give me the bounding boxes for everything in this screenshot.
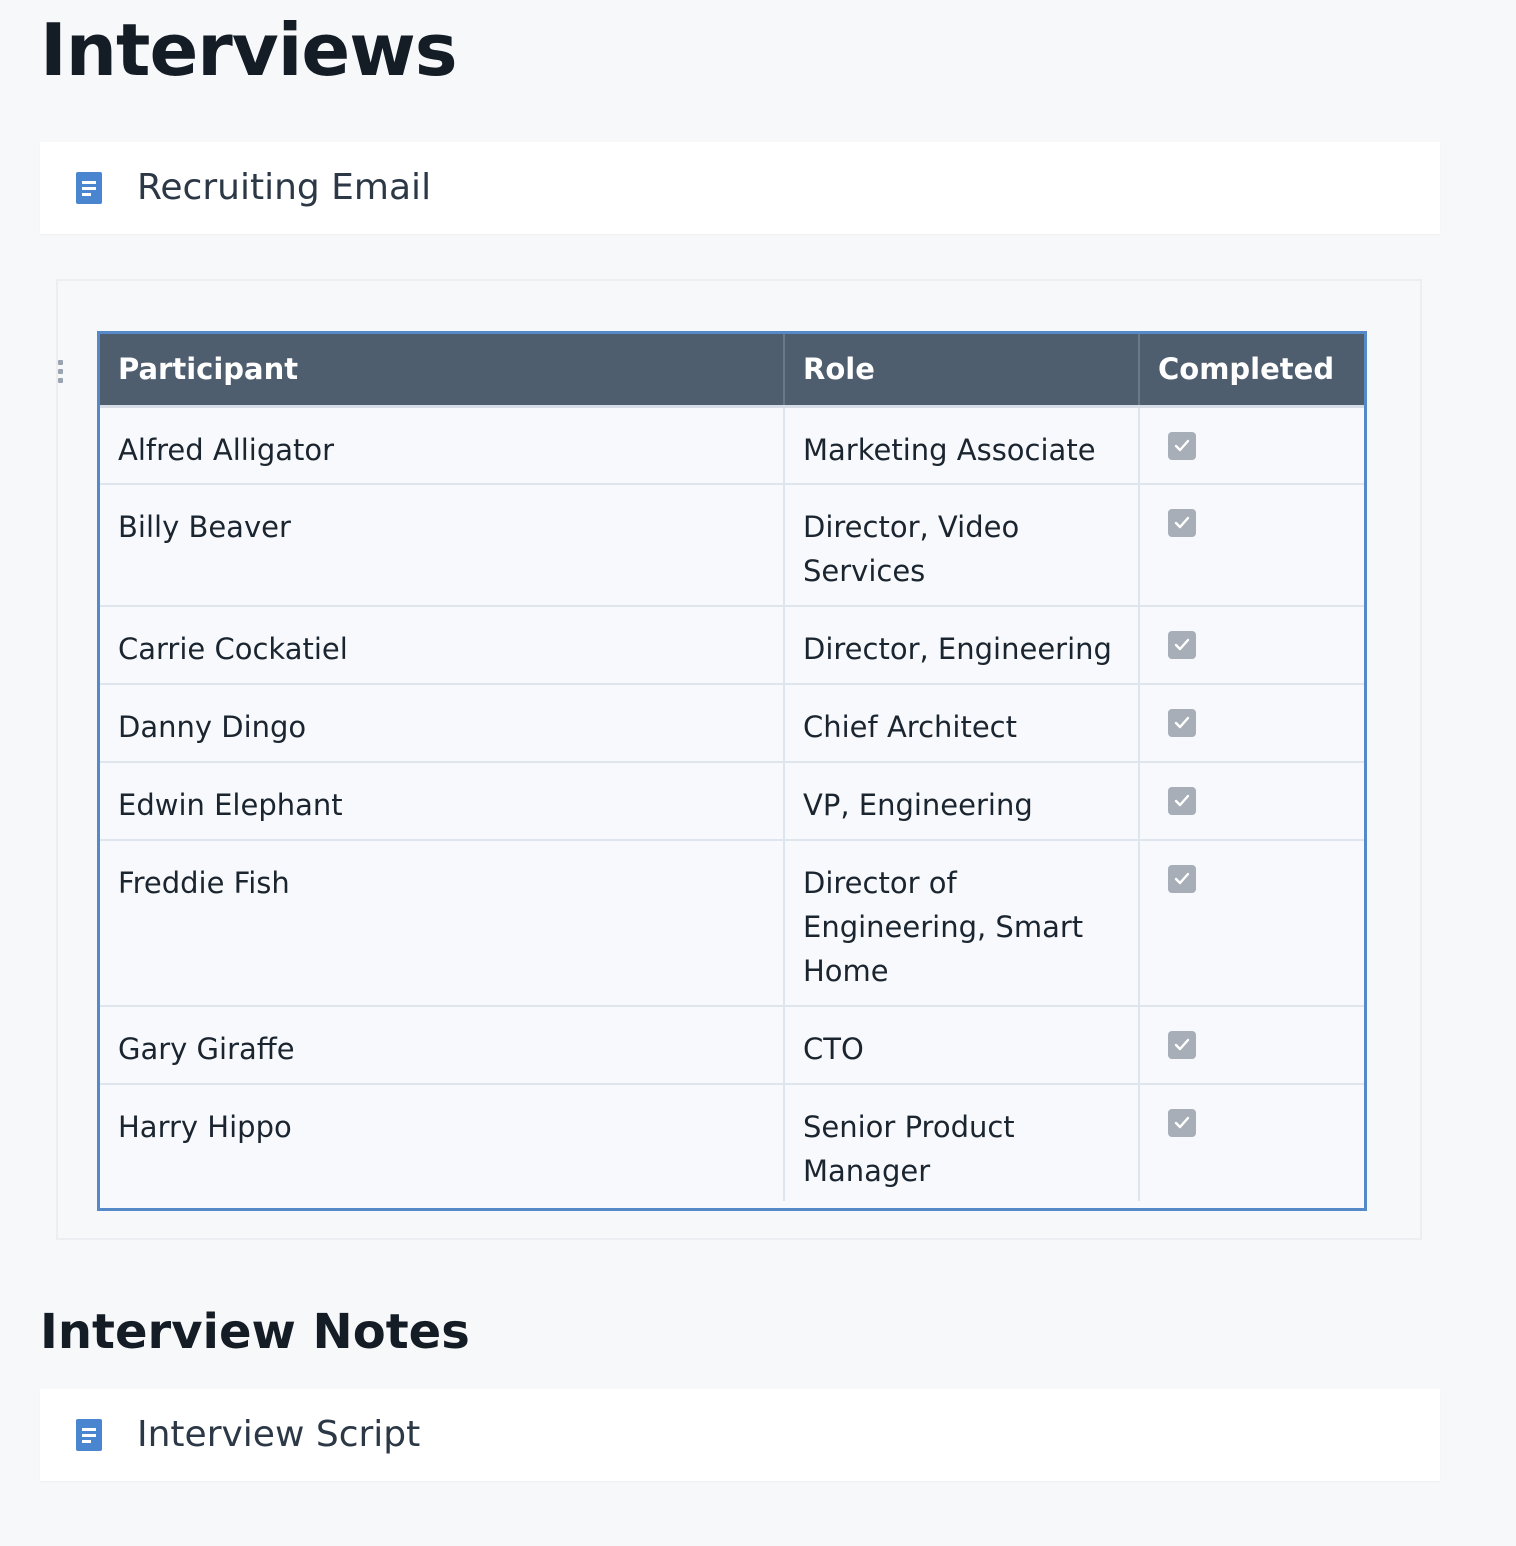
table-row: Billy Beaver Director, Video Services (100, 484, 1364, 607)
role-cell[interactable]: Director, Video Services (784, 484, 1140, 607)
participant-cell[interactable]: Gary Giraffe (100, 1006, 785, 1085)
completed-cell (1139, 606, 1364, 685)
role-cell[interactable]: Chief Architect (784, 684, 1140, 763)
role-cell[interactable]: Director of Engineering, Smart Home (784, 840, 1140, 1007)
interview-script-label: Interview Script (137, 1414, 421, 1455)
completed-checkbox[interactable] (1168, 709, 1196, 737)
table-row: Danny Dingo Chief Architect (100, 684, 1364, 763)
column-header-participant[interactable]: Participant (100, 334, 785, 408)
role-cell[interactable]: Director, Engineering (784, 606, 1140, 685)
completed-cell (1139, 406, 1364, 485)
recruiting-email-link[interactable]: Recruiting Email (40, 142, 1440, 234)
completed-checkbox[interactable] (1168, 1109, 1196, 1137)
completed-checkbox[interactable] (1168, 631, 1196, 659)
document-icon (76, 172, 102, 204)
completed-cell (1139, 762, 1364, 841)
participant-cell[interactable]: Harry Hippo (100, 1084, 785, 1201)
completed-cell (1139, 1006, 1364, 1085)
role-cell[interactable]: Marketing Associate (784, 406, 1140, 485)
completed-cell (1139, 684, 1364, 763)
table-row: Alfred Alligator Marketing Associate (100, 406, 1364, 485)
completed-cell (1139, 484, 1364, 607)
interview-script-link[interactable]: Interview Script (40, 1389, 1440, 1481)
role-cell[interactable]: Senior Product Manager (784, 1084, 1140, 1201)
completed-checkbox[interactable] (1168, 431, 1196, 460)
table-row: Harry Hippo Senior Product Manager (100, 1084, 1364, 1201)
participant-cell[interactable]: Billy Beaver (100, 484, 785, 607)
recruiting-email-label: Recruiting Email (137, 167, 432, 208)
completed-checkbox[interactable] (1168, 787, 1196, 815)
completed-cell (1139, 1084, 1364, 1201)
drag-handle-icon[interactable] (58, 360, 66, 388)
participant-cell[interactable]: Danny Dingo (100, 684, 785, 763)
completed-cell (1139, 840, 1364, 1007)
completed-checkbox[interactable] (1168, 509, 1196, 537)
completed-checkbox[interactable] (1168, 1031, 1196, 1059)
table-row: Gary Giraffe CTO (100, 1006, 1364, 1085)
participant-cell[interactable]: Alfred Alligator (100, 406, 785, 485)
column-header-role[interactable]: Role (784, 334, 1140, 408)
participant-cell[interactable]: Freddie Fish (100, 840, 785, 1007)
document-icon (76, 1419, 102, 1451)
participant-cell[interactable]: Carrie Cockatiel (100, 606, 785, 685)
completed-checkbox[interactable] (1168, 865, 1196, 893)
role-cell[interactable]: CTO (784, 1006, 1140, 1085)
table-row: Carrie Cockatiel Director, Engineering (100, 606, 1364, 685)
table-row: Edwin Elephant VP, Engineering (100, 762, 1364, 841)
interviews-table: Participant Role Completed Alfred Alliga… (97, 331, 1367, 1211)
participants-table: Participant Role Completed Alfred Alliga… (100, 334, 1364, 1201)
table-row: Freddie Fish Director of Engineering, Sma… (100, 840, 1364, 1007)
participant-cell[interactable]: Edwin Elephant (100, 762, 785, 841)
interview-notes-heading: Interview Notes (40, 1304, 470, 1360)
role-cell[interactable]: VP, Engineering (784, 762, 1140, 841)
column-header-completed[interactable]: Completed (1139, 334, 1364, 408)
page-title: Interviews (40, 8, 458, 92)
table-header-row: Participant Role Completed (100, 334, 1364, 408)
